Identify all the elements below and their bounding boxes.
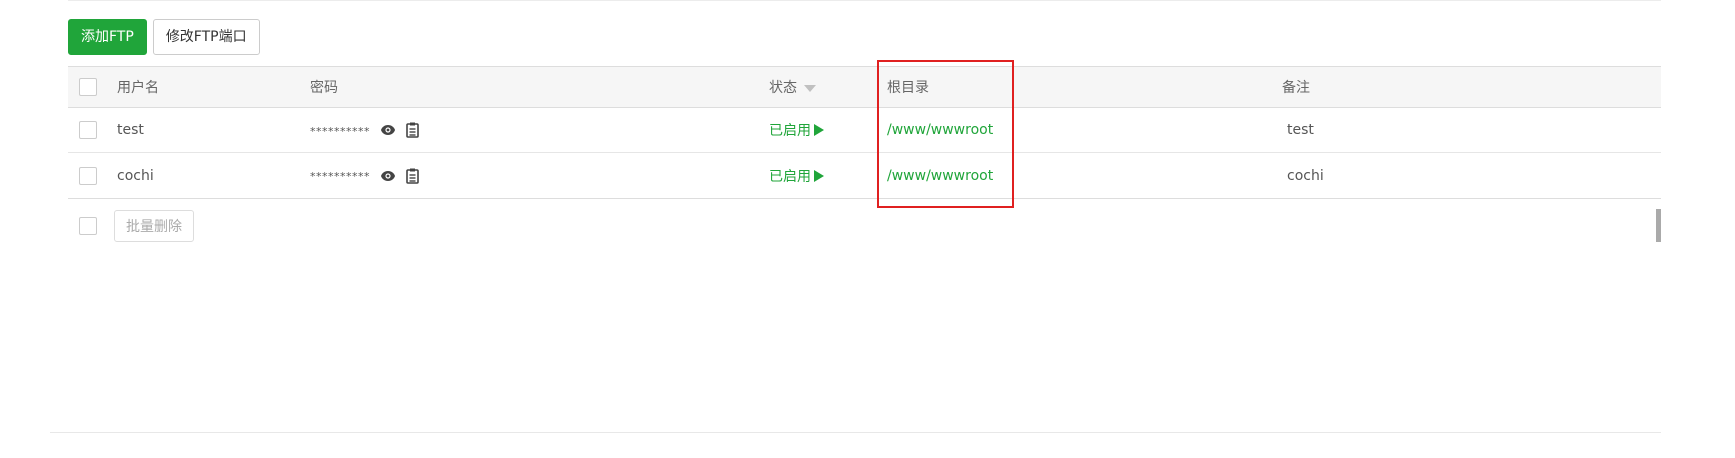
password-mask: **********	[310, 124, 370, 138]
select-all-cell	[79, 67, 97, 107]
header-status[interactable]: 状态	[769, 67, 816, 107]
row-note[interactable]: cochi	[1287, 153, 1324, 198]
row-status[interactable]: 已启用	[769, 108, 824, 152]
eye-icon[interactable]	[380, 170, 396, 182]
row-username: cochi	[117, 167, 154, 184]
select-all-checkbox[interactable]	[79, 78, 97, 96]
row-note[interactable]: test	[1287, 108, 1314, 152]
ftp-table: 用户名 密码 状态 根目录 备注 test ********** 已启用 /ww…	[68, 66, 1661, 199]
table-row: test ********** 已启用 /www/wwwroot test	[68, 108, 1661, 153]
row-root-link[interactable]: /www/wwwroot	[887, 108, 993, 152]
bottom-divider	[50, 432, 1661, 433]
ftp-page: 添加FTP 修改FTP端口 用户名 密码 状态 根目录 备注 test ****…	[0, 0, 1735, 458]
header-root: 根目录	[887, 80, 929, 96]
top-divider	[68, 0, 1661, 1]
header-password: 密码	[310, 80, 338, 96]
eye-icon[interactable]	[380, 124, 396, 136]
header-note: 备注	[1282, 80, 1310, 96]
add-ftp-button[interactable]: 添加FTP	[68, 19, 147, 55]
row-password: **********	[310, 108, 419, 152]
row-checkbox[interactable]	[79, 166, 97, 185]
header-status-label: 状态	[769, 80, 797, 96]
play-icon	[814, 169, 824, 182]
copy-icon[interactable]	[406, 168, 419, 184]
password-mask: **********	[310, 170, 370, 183]
scrollbar-thumb[interactable]	[1656, 209, 1661, 242]
header-username: 用户名	[117, 80, 159, 96]
status-label: 已启用	[769, 168, 811, 185]
row-password: **********	[310, 153, 419, 198]
bulk-actions: 批量删除	[79, 210, 194, 242]
modify-ftp-port-button[interactable]: 修改FTP端口	[152, 19, 260, 55]
row-checkbox[interactable]	[79, 121, 97, 139]
table-row: cochi ********** 已启用 /www/wwwroot cochi	[68, 153, 1661, 198]
row-root-link[interactable]: /www/wwwroot	[887, 153, 993, 198]
row-checkbox-cell	[79, 153, 97, 198]
row-status[interactable]: 已启用	[769, 153, 824, 198]
row-username: test	[117, 122, 144, 138]
play-icon	[814, 124, 824, 136]
sort-caret-icon[interactable]	[804, 84, 816, 92]
bulk-select-checkbox[interactable]	[79, 217, 97, 235]
status-label: 已启用	[769, 123, 811, 139]
toolbar: 添加FTP 修改FTP端口	[68, 19, 260, 55]
table-header: 用户名 密码 状态 根目录 备注	[68, 67, 1661, 108]
bulk-delete-button[interactable]: 批量删除	[114, 210, 194, 242]
row-checkbox-cell	[79, 108, 97, 152]
copy-icon[interactable]	[406, 122, 419, 138]
